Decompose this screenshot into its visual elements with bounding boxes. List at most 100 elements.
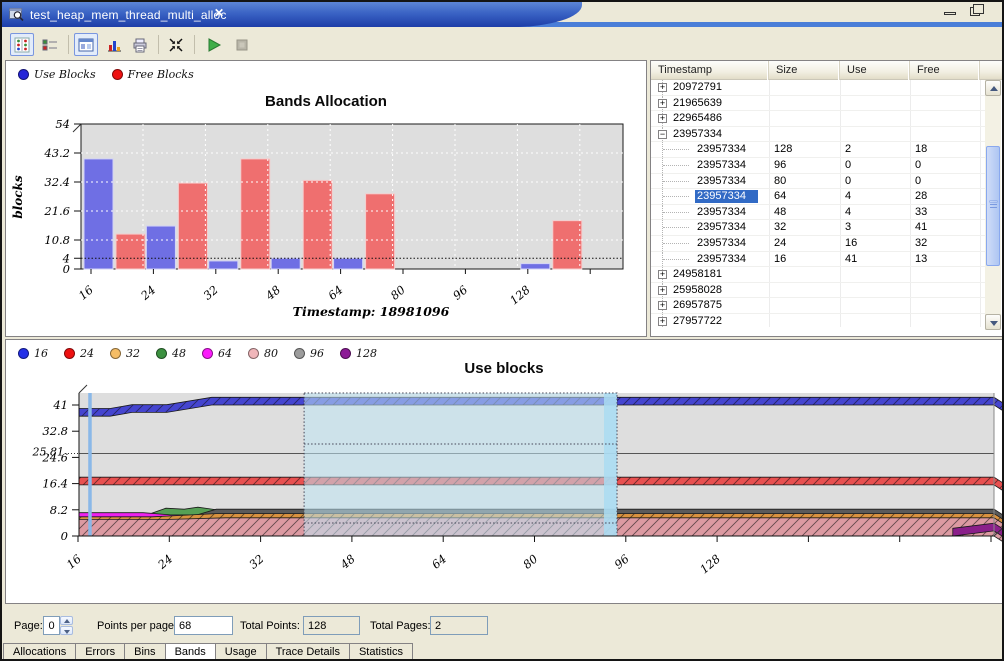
table-scrollbar[interactable] xyxy=(985,80,1001,330)
table-row[interactable]: 239573349600 xyxy=(651,158,985,174)
scroll-up-icon[interactable] xyxy=(985,80,1001,96)
free-cell: 33 xyxy=(915,206,927,218)
table-row[interactable]: 2395733448433 xyxy=(651,205,985,221)
legend-color-icon xyxy=(18,69,29,80)
table-row[interactable]: 23957334 24 16 32 xyxy=(651,236,985,252)
expand-node-icon[interactable]: + xyxy=(658,114,667,123)
legend-color-icon xyxy=(112,69,123,80)
table-row[interactable]: +21965639 xyxy=(651,96,985,112)
minimize-icon[interactable] xyxy=(944,12,956,15)
tree-branch-line xyxy=(663,259,689,260)
legend-label: 80 xyxy=(264,347,278,360)
table-row[interactable]: +27957722 xyxy=(651,314,985,327)
play-icon[interactable] xyxy=(202,33,226,56)
chart-view-icon[interactable] xyxy=(74,33,98,56)
table-header[interactable]: TimestampSizeUseFree xyxy=(651,61,1002,80)
column-header-timestamp[interactable]: Timestamp xyxy=(651,61,769,80)
tab-title: test_heap_mem_thread_multi_alloc xyxy=(30,8,227,22)
tab-allocations[interactable]: Allocations xyxy=(3,643,76,661)
svg-text:0: 0 xyxy=(61,529,68,543)
selected-timestamp-cell[interactable]: 23957334 xyxy=(695,190,758,203)
timestamp-cell: 24958181 xyxy=(673,268,722,280)
column-header-size[interactable]: Size xyxy=(769,61,840,80)
timestamp-cell: 22965486 xyxy=(673,112,722,124)
bands-legend: Use BlocksFree Blocks xyxy=(18,68,194,81)
svg-text:96: 96 xyxy=(450,283,470,303)
active-tab[interactable]: test_heap_mem_thread_multi_alloc ✕ xyxy=(2,2,582,27)
scroll-down-icon[interactable] xyxy=(985,314,1001,330)
tab-trace-details[interactable]: Trace Details xyxy=(266,643,350,661)
svg-text:8.2: 8.2 xyxy=(50,503,68,517)
total-pages-label: Total Pages: xyxy=(370,620,431,632)
timestamp-cell: 25958028 xyxy=(673,284,722,296)
timestamp-cell[interactable]: 23957334 xyxy=(697,206,746,218)
points-per-page-input[interactable] xyxy=(174,616,233,635)
expand-node-icon[interactable]: + xyxy=(658,286,667,295)
page-spinner[interactable] xyxy=(60,616,74,635)
tile-view-icon[interactable] xyxy=(10,33,34,56)
expand-node-icon[interactable]: + xyxy=(658,270,667,279)
spinner-down-icon[interactable] xyxy=(60,626,73,635)
tab-statistics[interactable]: Statistics xyxy=(349,643,413,661)
table-row[interactable]: +22965486 xyxy=(651,111,985,127)
timestamp-cell[interactable]: 23957334 xyxy=(697,159,746,171)
table-row[interactable]: +20972791 xyxy=(651,80,985,96)
use-blocks-chart[interactable]: 08.216.424.632.84125.8116243248648096128 xyxy=(6,382,1002,603)
timestamp-cell[interactable]: 23957334 xyxy=(697,175,746,187)
table-row[interactable]: +25958028 xyxy=(651,283,985,299)
tab-errors[interactable]: Errors xyxy=(75,643,125,661)
free-cell: 0 xyxy=(915,159,921,171)
size-cell: 24 xyxy=(774,237,786,249)
expand-node-icon[interactable]: + xyxy=(658,317,667,326)
column-header-free[interactable]: Free xyxy=(910,61,980,80)
page-input[interactable] xyxy=(43,616,60,635)
expand-node-icon[interactable]: + xyxy=(658,99,667,108)
table-row[interactable]: 23957334128218 xyxy=(651,142,985,158)
expand-node-icon[interactable]: + xyxy=(658,301,667,310)
svg-text:43.2: 43.2 xyxy=(43,146,70,160)
svg-text:96: 96 xyxy=(612,552,632,572)
column-header-use[interactable]: Use xyxy=(840,61,910,80)
restore-icon[interactable] xyxy=(970,7,980,16)
tab-usage[interactable]: Usage xyxy=(215,643,267,661)
bar-chart-icon[interactable] xyxy=(102,33,126,56)
use-cell: 16 xyxy=(845,237,857,249)
timestamp-cell[interactable]: 23957334 xyxy=(697,221,746,233)
legend-color-icon xyxy=(64,348,75,359)
table-row[interactable]: 239573348000 xyxy=(651,174,985,190)
scrollbar-thumb[interactable] xyxy=(986,146,1000,266)
collapse-all-icon[interactable] xyxy=(164,33,188,56)
close-icon[interactable]: ✕ xyxy=(214,6,224,20)
timestamp-cell[interactable]: 23957334 xyxy=(697,237,746,249)
print-icon[interactable] xyxy=(128,33,152,56)
table-row[interactable]: 2395733464428 xyxy=(651,189,985,205)
timestamp-cell[interactable]: 23957334 xyxy=(697,143,746,155)
table-row[interactable]: 2395733432341 xyxy=(651,220,985,236)
timestamp-cell: 21965639 xyxy=(673,97,722,109)
free-cell: 32 xyxy=(915,237,927,249)
spinner-up-icon[interactable] xyxy=(60,616,73,625)
timestamp-cell: 20972791 xyxy=(673,81,722,93)
table-row[interactable]: 23957334164113 xyxy=(651,252,985,268)
table-row[interactable]: +24958181 xyxy=(651,267,985,283)
use-blocks-panel: 16243248648096128 Use blocks 08.216.424.… xyxy=(5,339,1003,604)
table-row[interactable]: −23957334 xyxy=(651,127,985,143)
tab-bands[interactable]: Bands xyxy=(165,643,216,661)
list-view-icon[interactable] xyxy=(38,33,62,56)
bands-allocation-chart[interactable]: 0410.821.632.443.254blocks16243248648096… xyxy=(6,119,646,337)
svg-text:48: 48 xyxy=(262,283,283,304)
legend-color-icon xyxy=(110,348,121,359)
collapse-node-icon[interactable]: − xyxy=(658,130,667,139)
svg-text:54: 54 xyxy=(55,119,70,131)
timestamp-cell[interactable]: 23957334 xyxy=(697,253,746,265)
legend-item: 24 xyxy=(64,347,94,360)
expand-node-icon[interactable]: + xyxy=(658,83,667,92)
legend-item: 80 xyxy=(248,347,278,360)
table-row[interactable]: +26957875 xyxy=(651,298,985,314)
bands-allocation-panel: Use BlocksFree Blocks Bands Allocation 0… xyxy=(5,60,647,337)
free-cell: 0 xyxy=(915,175,921,187)
free-cell: 28 xyxy=(915,190,927,202)
tab-bins[interactable]: Bins xyxy=(124,643,165,661)
svg-text:32: 32 xyxy=(201,283,221,303)
tree-branch-line xyxy=(663,196,689,197)
